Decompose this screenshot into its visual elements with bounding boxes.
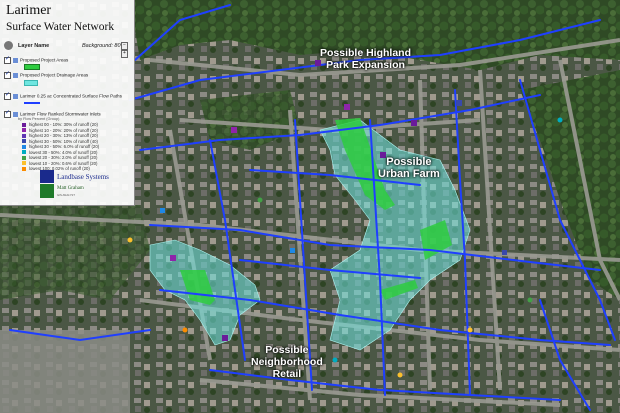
checkbox[interactable]: [4, 70, 11, 79]
background-opacity: Background: 80%: [82, 43, 126, 49]
landbase-logo-icon: [40, 170, 54, 183]
layer-icon: [13, 94, 18, 99]
checkbox[interactable]: [4, 91, 11, 100]
layers-icon[interactable]: [4, 41, 13, 50]
label-neighborhood-retail: Possible Neighborhood Retail: [251, 344, 323, 380]
opacity-decrease-button[interactable]: −: [121, 42, 128, 50]
flow-path-swatch: [24, 102, 40, 104]
inlet-class: lowest 20 - 30%: 2.0% of runoff (20): [22, 155, 97, 160]
checkbox[interactable]: [4, 55, 11, 64]
layer-row-project-areas[interactable]: Proposed Project Areas: [4, 55, 69, 64]
analyst-name: Matt Graham: [57, 186, 84, 191]
layer-icon: [13, 73, 18, 78]
layer-label: Proposed Project Areas: [20, 57, 69, 63]
inlet-class: highest 30 - 50%: 6.0% of runoff (20): [22, 144, 99, 149]
landbase-company: Landbase Systems: [57, 173, 109, 181]
inlet-class: lowest 30 - 50%: 4.0% of runoff (20): [22, 150, 97, 155]
inlet-class: highest 30 - 50%: 10% of runoff (40): [22, 139, 98, 144]
layer-label: Larimer Flow Ranked Stormwater Inlets: [20, 111, 101, 117]
analyst-logo-icon: [40, 184, 54, 198]
parking-lot: [0, 330, 130, 413]
layer-row-flow-paths[interactable]: Larimer 0.25 ac Concentrated Surface Flo…: [4, 91, 122, 100]
inlet-group-sub: by Flow Percent (Group): [18, 117, 60, 121]
map-subtitle: Surface Water Network: [6, 21, 115, 33]
layer-name-header: Layer Name: [18, 43, 50, 49]
inlet-class: lowest 10 - 20%: 0.6% of runoff (20): [22, 161, 97, 166]
map-title: Larimer: [6, 3, 52, 18]
layer-label: Proposed Project Drainage Areas: [20, 72, 89, 78]
inlet-class: highest 10 - 20%: 20% of runoff (20): [22, 128, 98, 133]
inlet-class: highest 20 - 30%: 13% of runoff (20): [22, 133, 98, 138]
inlet-class: highest 00 - 10%: 30% of runoff (20): [22, 122, 98, 127]
drainage-area-swatch: [24, 80, 38, 86]
label-highland-park: Possible Highland Park Expansion: [320, 47, 412, 71]
checkbox[interactable]: [4, 109, 11, 118]
project-area-swatch: [24, 64, 40, 70]
layer-row-drainage-areas[interactable]: Proposed Project Drainage Areas: [4, 70, 89, 79]
legend-panel: Larimer Surface Water Network Layer Name…: [0, 0, 135, 206]
layer-label: Larimer 0.25 ac Concentrated Surface Flo…: [20, 93, 122, 99]
inlet-class: lowest 100: 0.02% of runoff (20): [22, 166, 90, 171]
opacity-increase-button[interactable]: +: [121, 50, 128, 58]
layer-icon: [13, 58, 18, 63]
label-urban-farm: Possible Urban Farm: [378, 156, 440, 181]
analyst-detail: GIS ANALYST: [57, 193, 75, 197]
layer-header: Layer Name Background: 80% −+: [4, 41, 130, 58]
